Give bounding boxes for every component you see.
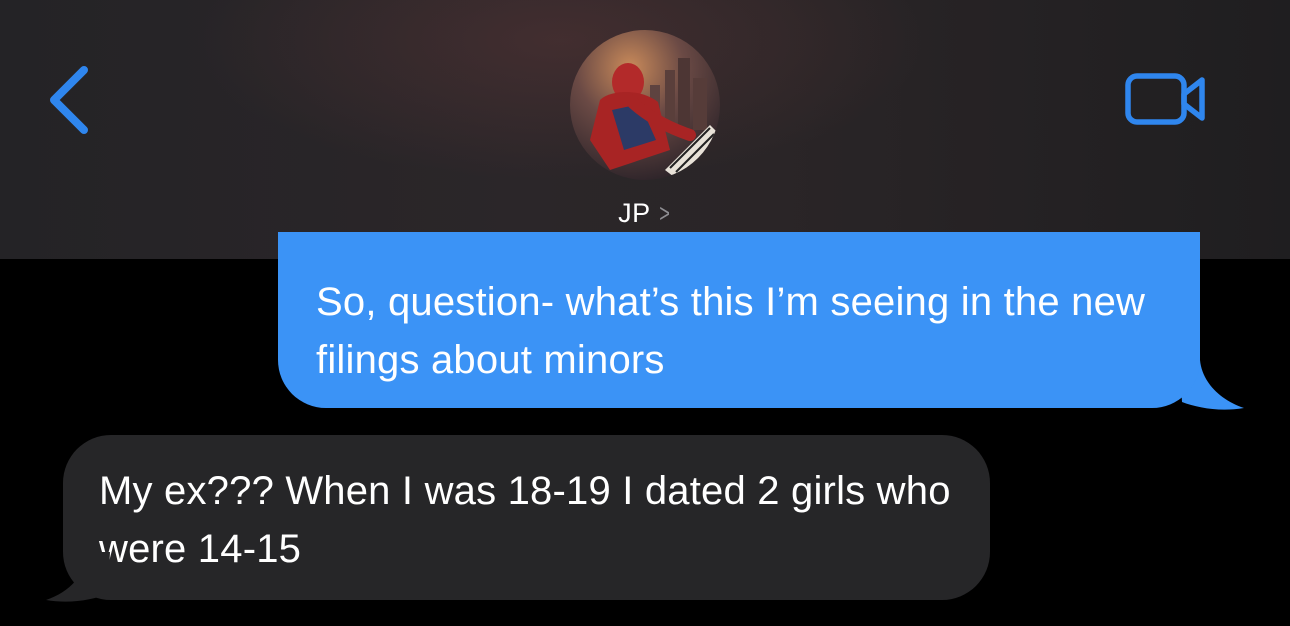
- contact-name-row[interactable]: JP >: [0, 198, 1290, 229]
- incoming-message-bubble[interactable]: My ex??? When I was 18-19 I dated 2 girl…: [63, 435, 990, 600]
- back-button[interactable]: [40, 60, 100, 140]
- video-camera-icon: [1125, 73, 1205, 125]
- incoming-bubble-tail: [46, 552, 110, 602]
- chevron-right-icon: >: [658, 198, 670, 228]
- chevron-left-icon: [50, 66, 88, 134]
- video-call-button[interactable]: [1120, 66, 1212, 132]
- incoming-message-text: My ex??? When I was 18-19 I dated 2 girl…: [99, 469, 951, 571]
- contact-photo: [570, 30, 720, 180]
- outgoing-message-bubble[interactable]: So, question- what’s this I’m seeing in …: [278, 232, 1200, 408]
- contact-name: JP: [618, 198, 651, 228]
- avatar[interactable]: [570, 30, 720, 180]
- outgoing-message-text: So, question- what’s this I’m seeing in …: [316, 280, 1146, 382]
- messages-screen: So, question- what’s this I’m seeing in …: [0, 0, 1290, 626]
